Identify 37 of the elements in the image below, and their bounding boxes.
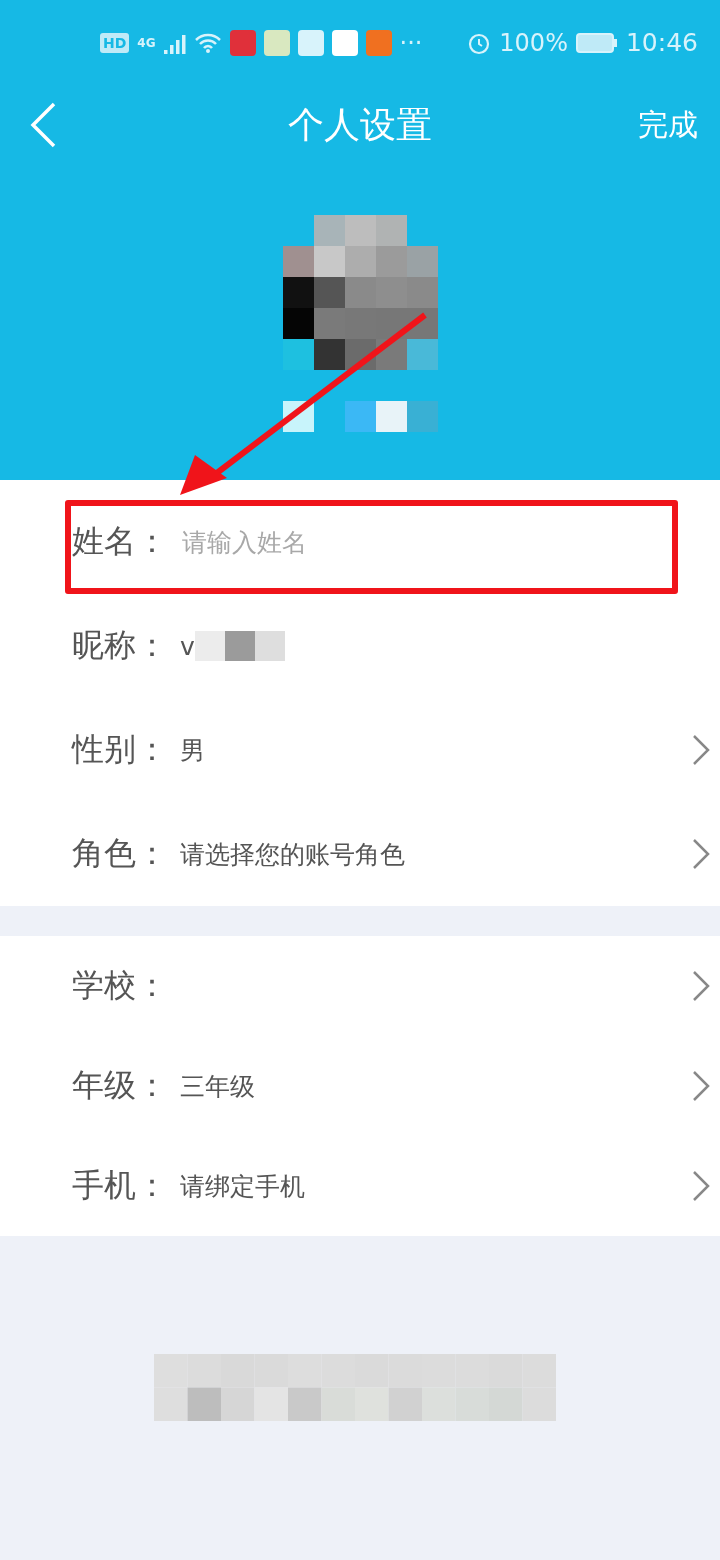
app-icon xyxy=(331,29,358,56)
field-value: 男 xyxy=(180,734,205,767)
field-value: 三年级 xyxy=(180,1070,255,1103)
field-label: 角色： xyxy=(72,833,169,874)
field-label: 学校： xyxy=(72,965,169,1006)
field-label: 年级： xyxy=(72,1065,169,1106)
settings-row[interactable]: 性别： 男 xyxy=(0,698,720,802)
chevron-right-icon xyxy=(692,734,710,766)
field-label: 性别： xyxy=(72,729,169,770)
battery-icon xyxy=(575,32,618,53)
battery-percent: 100% xyxy=(499,28,568,57)
settings-row[interactable]: 手机： 请绑定手机 xyxy=(0,1136,720,1236)
settings-row[interactable]: 角色： 请选择您的账号角色 xyxy=(0,802,720,906)
hd-badge: HD xyxy=(100,32,130,53)
field-value: 请选择您的账号角色 xyxy=(180,838,405,871)
field-value: 请绑定手机 xyxy=(180,1170,305,1203)
settings-row[interactable]: 学校： xyxy=(0,936,720,1036)
wifi-icon xyxy=(193,31,222,54)
field-label: 姓名： xyxy=(72,521,169,562)
clock: 10:46 xyxy=(625,28,698,57)
field-label: 昵称： xyxy=(72,625,169,666)
app-icon xyxy=(229,29,256,56)
chevron-right-icon xyxy=(692,1170,710,1202)
chevron-right-icon xyxy=(692,1070,710,1102)
nickname-value: v xyxy=(180,631,195,661)
chevron-right-icon xyxy=(692,970,710,1002)
field-label: 手机： xyxy=(72,1165,169,1206)
name-input-field[interactable]: 请输入姓名 xyxy=(180,526,710,558)
app-icon xyxy=(263,29,290,56)
back-button[interactable] xyxy=(28,101,58,149)
more-indicator: ··· xyxy=(399,28,423,57)
app-icon xyxy=(297,29,324,56)
app-icon xyxy=(365,29,392,56)
page-title: 个人设置 xyxy=(288,103,432,145)
network-type: 4G xyxy=(137,35,156,50)
chevron-right-icon xyxy=(692,838,710,870)
settings-row[interactable]: 年级： 三年级 xyxy=(0,1036,720,1136)
